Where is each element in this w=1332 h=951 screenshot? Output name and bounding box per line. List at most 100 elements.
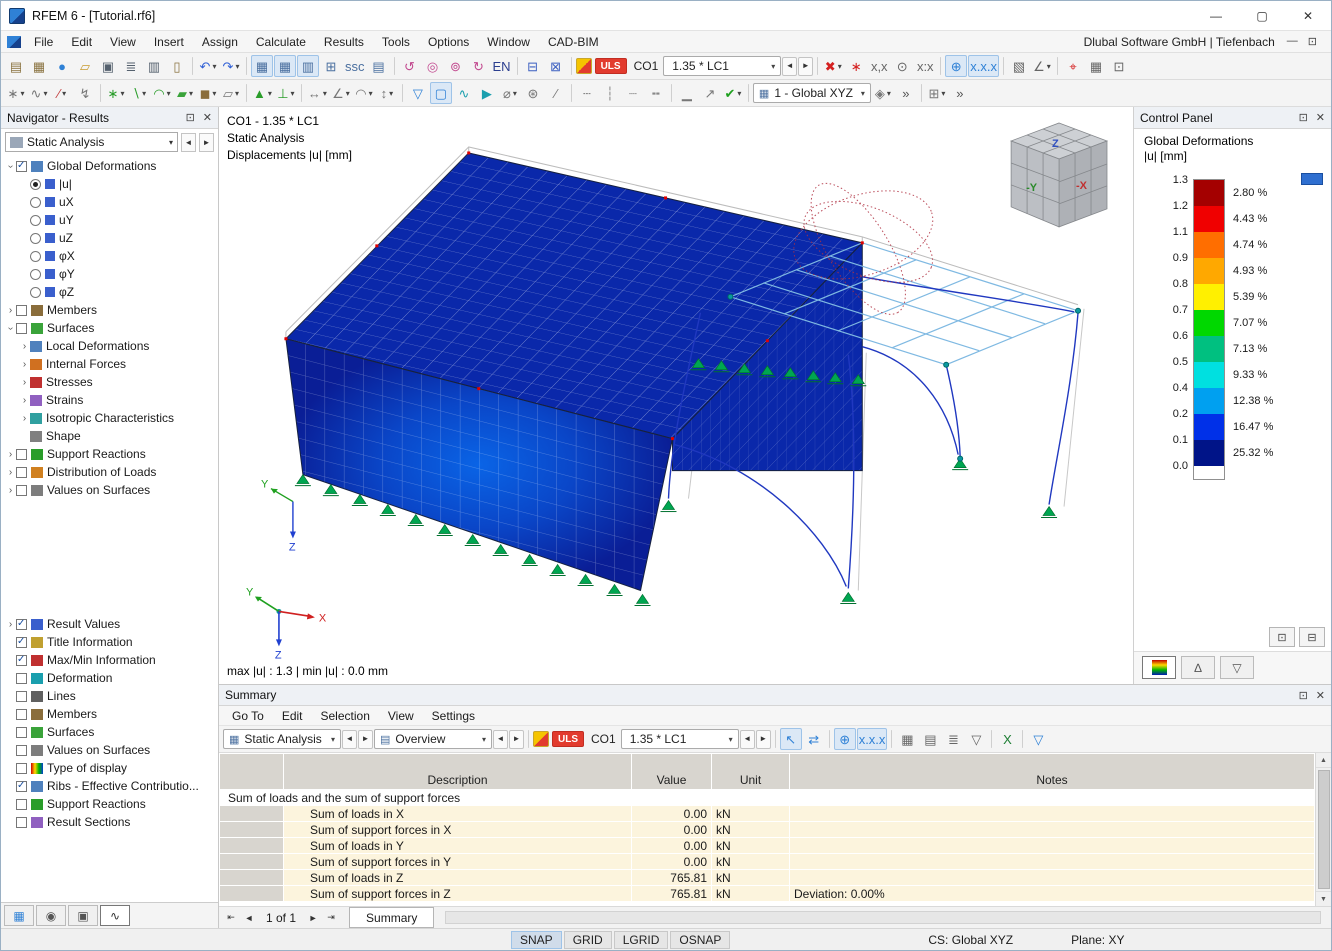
tree-item[interactable]: Values on Surfaces — [1, 741, 218, 759]
special-selection-icon[interactable]: ◎ — [422, 55, 444, 77]
checkbox[interactable] — [16, 672, 27, 684]
menu-item[interactable]: View — [101, 31, 145, 53]
report-tables-icon[interactable]: ▥ — [297, 55, 319, 77]
tree-item[interactable]: Stresses — [1, 373, 218, 391]
work-plane-icon[interactable]: ◈ — [872, 82, 894, 104]
checkbox[interactable] — [16, 448, 27, 460]
checkbox[interactable] — [16, 618, 27, 630]
tree-item[interactable]: Max/Min Information — [1, 651, 218, 669]
close-icon[interactable]: ✕ — [1316, 689, 1325, 702]
menu-item[interactable]: Window — [478, 31, 539, 53]
summary-combo-prev[interactable]: ◄ — [739, 729, 755, 749]
scroll-up-icon[interactable]: ▲ — [1315, 753, 1331, 768]
clipboard-icon[interactable]: ▯ — [166, 55, 188, 77]
results-tables-icon[interactable]: ▦ — [274, 55, 296, 77]
calculate-icon[interactable]: ⊠ — [545, 55, 567, 77]
scale-band[interactable] — [1194, 284, 1224, 310]
statusbar-toggle[interactable]: OSNAP — [670, 930, 731, 949]
dimension-linear-icon[interactable]: ↔ — [306, 82, 329, 104]
node-tool-icon[interactable]: ∗ — [105, 82, 127, 104]
scale-band[interactable] — [1194, 336, 1224, 362]
paste-icon[interactable]: ▤ — [5, 55, 27, 77]
print-icon[interactable]: ≣ — [120, 55, 142, 77]
coordinate-system-readout[interactable]: CS: Global XYZ — [928, 933, 1013, 947]
tree-item[interactable]: Distribution of Loads — [1, 463, 218, 481]
filter-objects-icon[interactable]: ▽ — [407, 82, 429, 104]
config-table-icon[interactable]: ▦ — [1085, 55, 1107, 77]
scale-handle[interactable] — [1301, 173, 1323, 185]
mdi-restore-button[interactable]: ⊡ — [1308, 35, 1317, 48]
overflow-icon[interactable]: » — [895, 82, 917, 104]
scale-band[interactable] — [1194, 258, 1224, 284]
panel-undock-button[interactable]: ⊡ — [1269, 627, 1295, 647]
scale-band[interactable] — [1194, 440, 1224, 466]
window-layout-icon[interactable]: ⊞ — [926, 82, 948, 104]
checkbox[interactable] — [16, 690, 27, 702]
summary-load-combo-select[interactable]: 1.35 * LC1 — [620, 729, 739, 749]
check-model-icon[interactable]: ✔ — [722, 82, 744, 104]
table-view-icon[interactable]: ▦ — [896, 728, 918, 750]
analysis-select[interactable]: Static Analysis ▾ — [5, 132, 178, 152]
data-navigator-tab[interactable]: ▦ — [4, 905, 34, 926]
nodal-support-icon[interactable]: ▲ — [251, 82, 274, 104]
tree-item[interactable]: Global Deformations — [1, 157, 218, 175]
tree-item[interactable]: φZ — [1, 283, 218, 301]
tree-item[interactable]: Title Information — [1, 633, 218, 651]
opening-tool-icon[interactable]: ▱ — [220, 82, 242, 104]
edit-line-icon[interactable]: ∿ — [28, 82, 50, 104]
table-row[interactable]: Sum of loads in Z 765.81 kN — [219, 869, 1315, 886]
scrollbar-thumb[interactable] — [1317, 770, 1330, 889]
radio[interactable] — [30, 214, 41, 226]
tree-item[interactable]: Strains — [1, 391, 218, 409]
table-print-icon[interactable]: ≣ — [942, 728, 964, 750]
summary-menu-item[interactable]: Settings — [423, 709, 484, 723]
scale-band[interactable] — [1194, 180, 1224, 206]
menu-item[interactable]: Assign — [193, 31, 247, 53]
menu-item[interactable]: Edit — [62, 31, 101, 53]
summary-menu-item[interactable]: View — [379, 709, 423, 723]
tree-item[interactable]: Members — [1, 705, 218, 723]
more-tools-icon[interactable]: » — [949, 82, 971, 104]
uls-badge[interactable]: ULS — [594, 58, 627, 74]
tree-item[interactable]: uZ — [1, 229, 218, 247]
checkbox[interactable] — [16, 798, 27, 810]
table-row[interactable]: Sum of support forces in X 0.00 kN — [219, 821, 1315, 838]
summary-menu-item[interactable]: Go To — [223, 709, 273, 723]
zoom-values-icon[interactable]: ⊕ — [945, 55, 968, 77]
close-icon[interactable]: ✕ — [1316, 111, 1325, 124]
navigation-cube[interactable]: Z -Y -X — [1009, 122, 1109, 228]
statusbar-toggle[interactable]: GRID — [563, 930, 612, 949]
panel-color-scale-tab[interactable] — [1142, 656, 1176, 679]
table-row[interactable]: Sum of support forces in Z 765.81 kN Dev… — [219, 885, 1315, 902]
tree-item[interactable]: Lines — [1, 687, 218, 705]
zoom-values-icon[interactable]: ⊕ — [833, 728, 856, 750]
tree-item[interactable]: Ribs - Effective Contributio... — [1, 777, 218, 795]
model-tables-icon[interactable]: ▦ — [251, 55, 273, 77]
show-results-icon[interactable]: ∗ — [845, 55, 867, 77]
tree-item[interactable]: uY — [1, 211, 218, 229]
expander-icon[interactable] — [19, 413, 30, 424]
delete-results-icon[interactable]: ✖ — [822, 55, 844, 77]
table-row[interactable]: Sum of support forces in Y 0.00 kN — [219, 853, 1315, 870]
maximize-button[interactable]: ▢ — [1239, 1, 1285, 30]
pin-icon[interactable]: ⊡ — [1299, 111, 1308, 124]
checkbox[interactable] — [16, 654, 27, 666]
snap-settings-icon[interactable]: ∗ — [5, 82, 27, 104]
menu-item[interactable]: Calculate — [247, 31, 315, 53]
scale-band[interactable] — [1194, 310, 1224, 336]
statusbar-toggle[interactable]: SNAP — [511, 930, 562, 949]
result-values-toggle-icon[interactable]: x,x — [868, 55, 890, 77]
result-diagram-icon[interactable]: ▧ — [1008, 55, 1030, 77]
checkbox[interactable] — [16, 636, 27, 648]
load-combo-select[interactable]: 1.35 * LC1 — [663, 56, 782, 76]
summary-analysis-select[interactable]: ▦ Static Analysis — [223, 729, 341, 749]
row-header-column[interactable] — [219, 753, 284, 790]
margin-line-icon[interactable]: ╍ — [645, 82, 667, 104]
result-filter-icon[interactable]: ▽ — [1027, 728, 1049, 750]
flow-arrow-icon[interactable]: ▶ — [476, 82, 498, 104]
prev-page-button[interactable]: ◄ — [240, 909, 258, 927]
column-header[interactable]: Notes — [789, 753, 1315, 790]
restore-icon[interactable]: ⊡ — [1299, 689, 1308, 702]
line-tool-icon[interactable]: ∖ — [128, 82, 150, 104]
expander-icon[interactable] — [19, 395, 30, 406]
